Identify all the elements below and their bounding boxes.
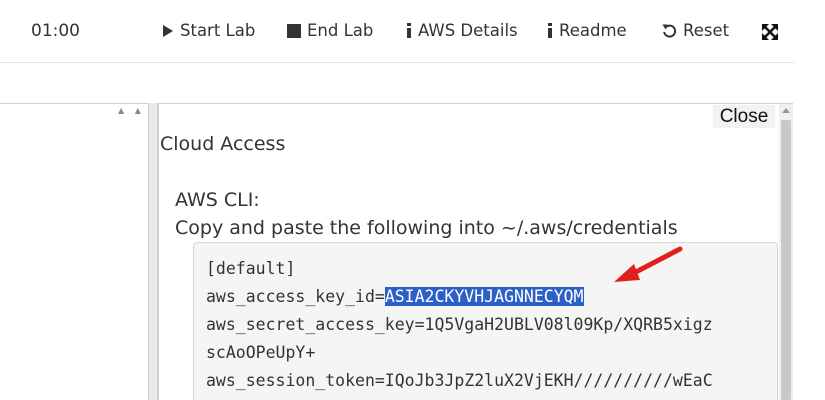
vertical-scrollbar[interactable]	[779, 104, 793, 400]
undo-icon	[662, 23, 677, 38]
scroll-up-icon[interactable]	[782, 108, 790, 113]
lab-toolbar: 01:00 Start Lab End Lab AWS Details Read…	[0, 0, 795, 63]
secret-key-continuation: scAoOPeUpY+	[206, 343, 316, 362]
session-token-line: aws_session_token=IQoJb3JpZ2luX2VjEKH///…	[206, 371, 713, 390]
stop-icon	[287, 23, 301, 38]
pane-splitter[interactable]	[148, 103, 158, 400]
end-lab-button[interactable]: End Lab	[287, 21, 373, 40]
reset-button[interactable]: Reset	[662, 21, 729, 40]
credentials-profile-line: [default]	[206, 259, 296, 278]
start-lab-button[interactable]: Start Lab	[162, 21, 255, 40]
left-pane	[0, 103, 148, 400]
window-edge	[795, 0, 825, 63]
aws-details-label: AWS Details	[418, 21, 518, 40]
info-icon	[406, 23, 412, 38]
readme-button[interactable]: Readme	[547, 21, 627, 40]
play-icon	[162, 24, 174, 38]
secret-key-line: aws_secret_access_key=1Q5VgaH2UBLV08l09K…	[206, 315, 713, 334]
close-button[interactable]: Close	[713, 105, 775, 128]
expand-icon	[760, 24, 780, 46]
start-lab-label: Start Lab	[180, 21, 256, 40]
fullscreen-button[interactable]	[760, 22, 780, 42]
scrollbar-thumb[interactable]	[781, 120, 791, 400]
access-key-line: aws_access_key_id=ASIA2CKYVHJAGNNECYQM	[206, 287, 584, 306]
aws-cli-heading: AWS CLI:	[175, 189, 260, 211]
info-icon	[547, 23, 553, 38]
readme-label: Readme	[559, 21, 627, 40]
aws-cli-description: Copy and paste the following into ~/.aws…	[175, 217, 678, 239]
lab-timer: 01:00	[31, 21, 80, 41]
annotation-arrow-icon	[614, 246, 683, 282]
reset-label: Reset	[683, 21, 730, 40]
end-lab-label: End Lab	[307, 21, 374, 40]
access-key-value[interactable]: ASIA2CKYVHJAGNNECYQM	[384, 287, 584, 306]
cloud-access-heading: Cloud Access	[160, 133, 286, 155]
aws-details-button[interactable]: AWS Details	[406, 21, 518, 40]
access-key-label: aws_access_key_id=	[206, 287, 385, 306]
scroll-arrows-icon[interactable]: ▲ ▲	[118, 106, 146, 118]
